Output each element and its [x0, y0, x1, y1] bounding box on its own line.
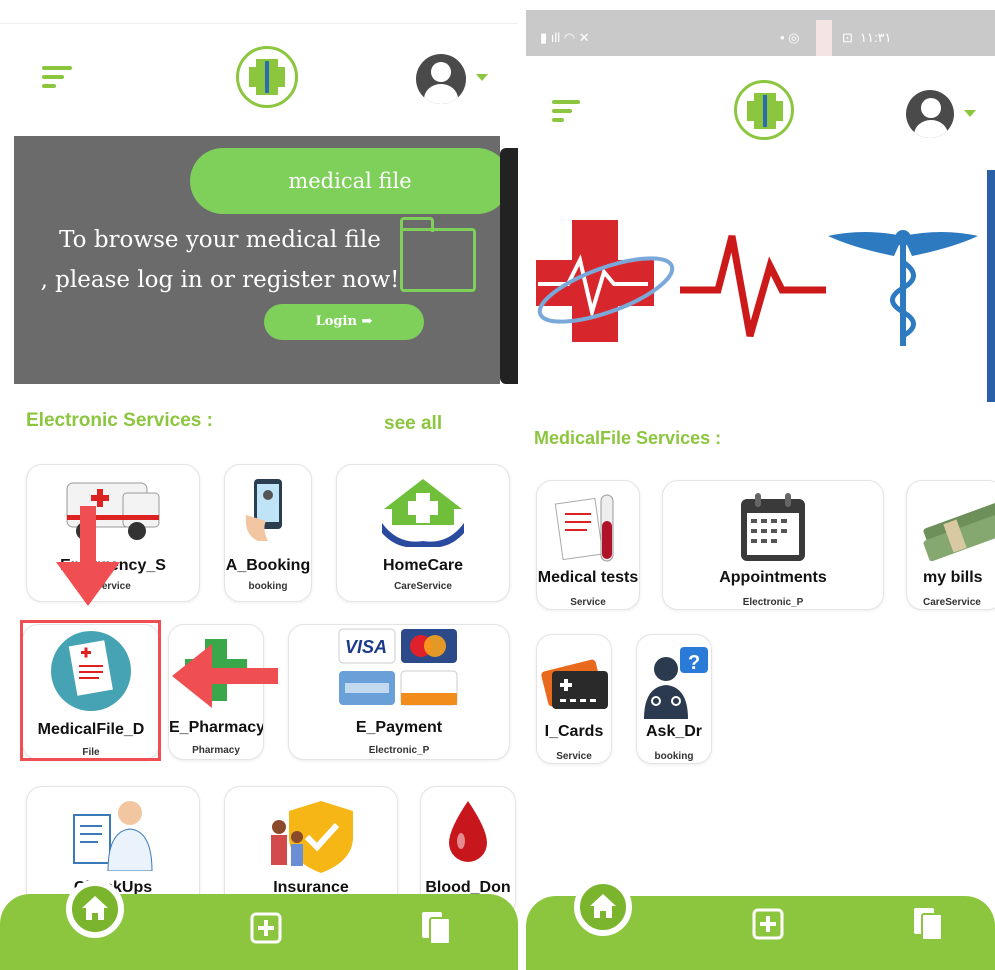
- svg-text:?: ?: [688, 652, 700, 674]
- service-title: Appointments: [719, 569, 827, 586]
- home-button[interactable]: [574, 878, 632, 936]
- service-subtitle: booking: [654, 751, 694, 762]
- id-card-icon: [541, 659, 608, 709]
- login-banner: medical file To browse your medical file…: [14, 136, 510, 384]
- status-dot: • ◎: [780, 30, 800, 45]
- avatar[interactable]: [416, 54, 466, 104]
- screenshot-icon: ⊡: [842, 30, 853, 45]
- service-title: my bills: [923, 569, 983, 586]
- banner-next-slide: [500, 148, 518, 384]
- service-card-appointments[interactable]: Appointments Electronic_P: [662, 480, 884, 610]
- app-logo: [734, 80, 794, 140]
- service-subtitle: booking: [248, 581, 288, 592]
- svg-text:VISA: VISA: [345, 637, 387, 657]
- status-marker: [816, 20, 832, 56]
- service-subtitle: Service: [570, 597, 606, 608]
- service-title: HomeCare: [382, 557, 464, 574]
- menu-icon[interactable]: [42, 66, 72, 88]
- banner-line-1: To browse your medical file: [59, 227, 381, 253]
- money-stack-icon: [923, 502, 995, 562]
- medical-cross-heartbeat-icon: [536, 220, 675, 342]
- service-subtitle: Service: [556, 751, 592, 762]
- service-subtitle: Pharmacy: [192, 745, 240, 756]
- avatar[interactable]: [906, 90, 954, 138]
- home-button[interactable]: [66, 880, 124, 938]
- service-card-medical-tests[interactable]: Medical tests Service: [536, 480, 640, 610]
- service-subtitle: CareService: [923, 597, 981, 608]
- service-card-ask-dr[interactable]: ? Ask_Dr booking: [636, 634, 712, 764]
- payment-cards-icon: VISA: [338, 628, 458, 706]
- caduceus-icon: [828, 230, 978, 346]
- slide-edge: [987, 170, 995, 402]
- service-card-payment[interactable]: VISA E_Payment Electronic_P: [288, 624, 510, 760]
- documents-icon[interactable]: [912, 906, 946, 942]
- service-subtitle: Electronic_P: [742, 597, 804, 608]
- login-button[interactable]: Login ➡: [264, 304, 424, 340]
- folder-icon: [400, 217, 476, 292]
- doctor-clipboard-icon: [73, 801, 153, 871]
- service-title: I_Cards: [544, 723, 604, 740]
- chevron-down-icon[interactable]: [476, 74, 488, 81]
- service-title: Medical tests: [537, 569, 639, 586]
- service-card-homecare[interactable]: HomeCare CareService: [336, 464, 510, 602]
- service-title: Ask_Dr: [645, 723, 703, 740]
- doctor-question-icon: ?: [644, 647, 708, 719]
- chevron-down-icon[interactable]: [964, 110, 976, 117]
- highlight-box: [20, 620, 161, 761]
- home-icon: [82, 896, 108, 920]
- service-card-bills[interactable]: my bills CareService: [906, 480, 995, 610]
- blood-drop-icon: [449, 801, 487, 862]
- left-screenshot: medical file To browse your medical file…: [0, 0, 518, 970]
- section-title: MedicalFile Services :: [534, 428, 722, 448]
- see-all-link[interactable]: see all: [384, 413, 442, 435]
- status-bar: ▮ ıll ◠ ✕ • ◎ ⊡ ١١:٣١: [526, 10, 995, 56]
- add-icon[interactable]: [752, 908, 784, 940]
- status-icons-left: ▮ ıll ◠ ✕: [540, 30, 590, 45]
- arrow-left-icon: [172, 644, 278, 708]
- heartbeat-line-icon: [680, 235, 826, 337]
- service-subtitle: CareService: [394, 581, 452, 592]
- phone-booking-icon: [245, 479, 282, 541]
- banner-pill: medical file: [190, 148, 510, 214]
- status-time: ١١:٣١: [860, 30, 892, 45]
- service-subtitle: Electronic_P: [368, 745, 430, 756]
- family-shield-icon: [271, 801, 353, 873]
- app-logo: [236, 46, 298, 108]
- add-icon[interactable]: [250, 912, 282, 944]
- service-title: E_Payment: [355, 719, 443, 736]
- screenshot-divider: [518, 0, 526, 970]
- home-care-icon: [382, 479, 464, 547]
- menu-icon[interactable]: [552, 100, 582, 122]
- service-card-cards[interactable]: I_Cards Service: [536, 634, 612, 764]
- arrow-down-icon: [56, 506, 120, 606]
- service-title: E_Pharmacy: [169, 719, 264, 736]
- service-title: A_Booking: [225, 557, 311, 574]
- login-label: Login: [315, 314, 357, 329]
- test-tube-report-icon: [554, 494, 614, 562]
- banner-line-2: , please log in or register now!: [40, 267, 400, 293]
- service-card-booking[interactable]: A_Booking booking: [224, 464, 312, 602]
- banner-message: To browse your medical file , please log…: [40, 220, 400, 300]
- section-title: Electronic Services :: [26, 410, 213, 431]
- calendar-icon: [741, 493, 805, 561]
- arrow-right-icon: ➡: [361, 314, 373, 329]
- documents-icon[interactable]: [420, 910, 454, 946]
- home-icon: [590, 894, 616, 918]
- right-screenshot: ▮ ıll ◠ ✕ • ◎ ⊡ ١١:٣١ MedicalFile Servic…: [526, 0, 995, 970]
- top-strip: [0, 0, 518, 24]
